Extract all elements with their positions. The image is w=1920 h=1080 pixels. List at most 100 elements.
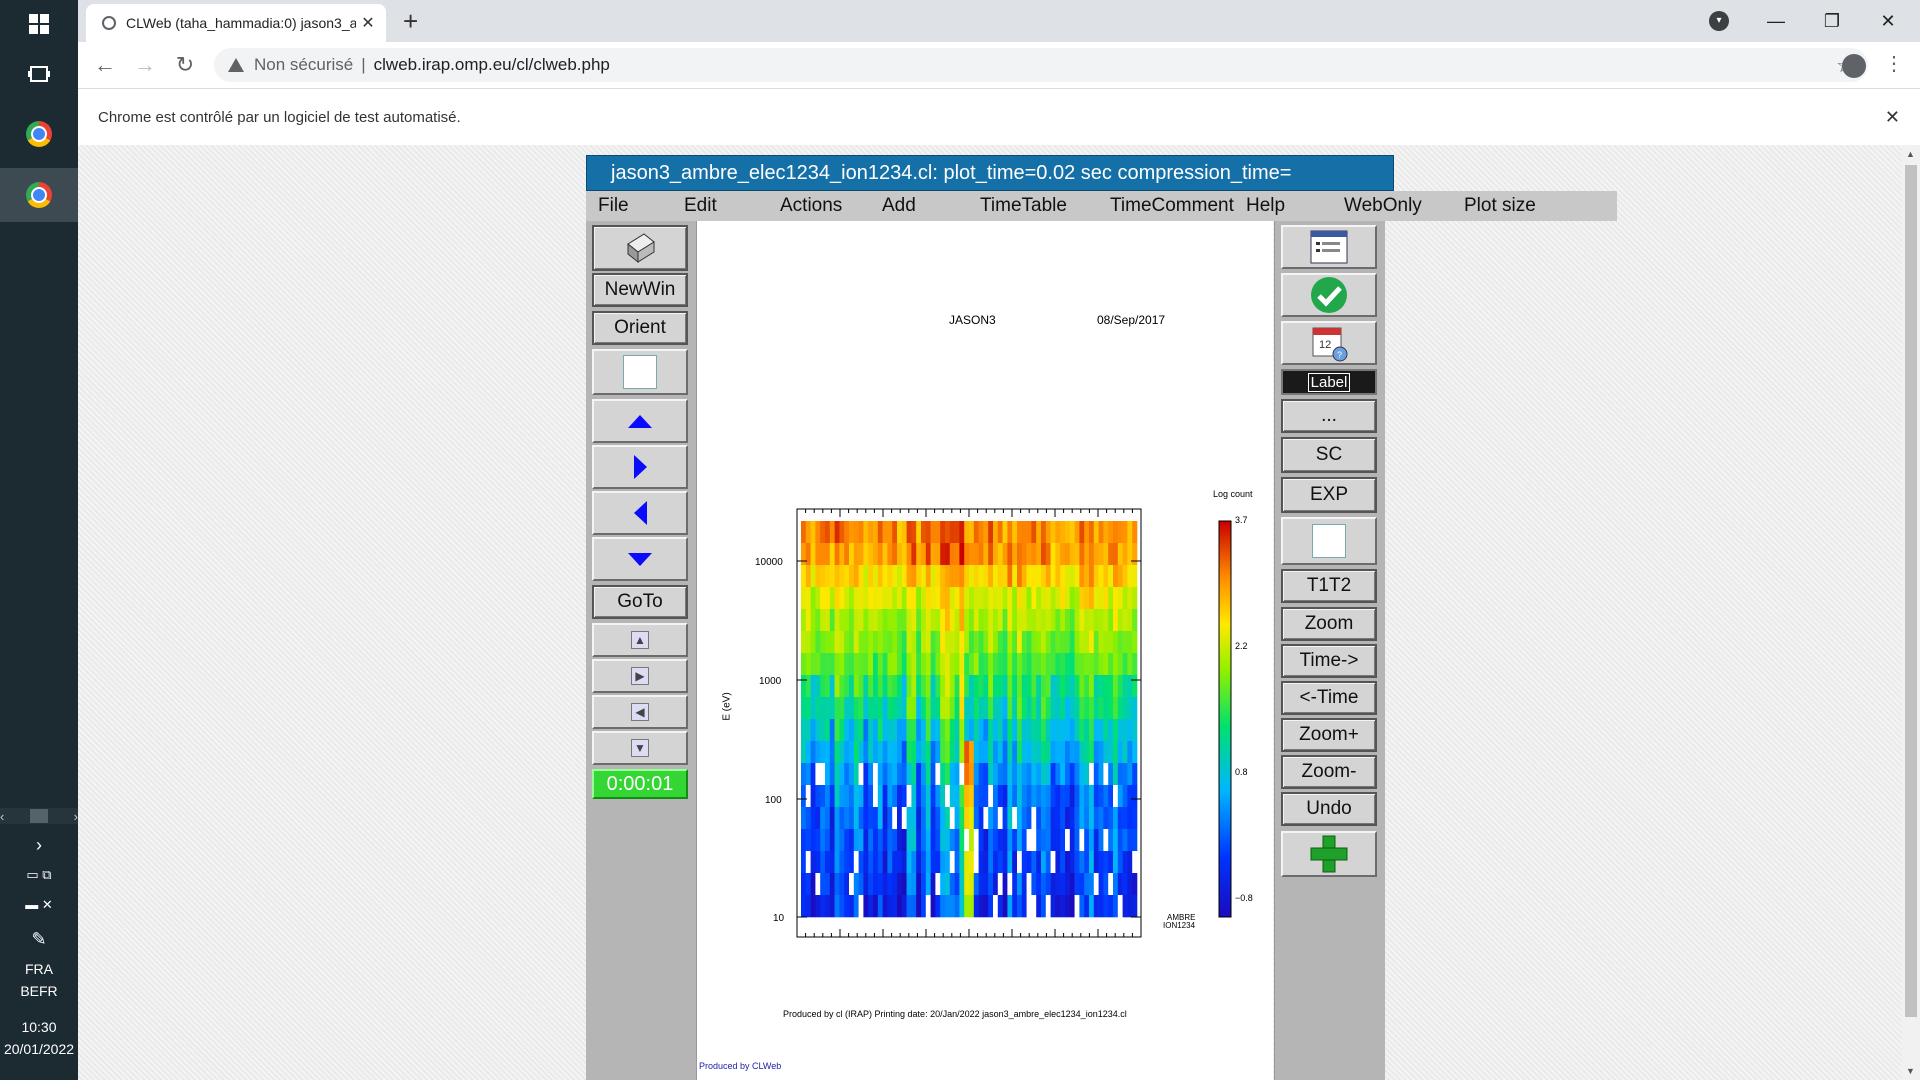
menu-kebab-icon[interactable]: ⋮	[1884, 52, 1904, 76]
calendar-button[interactable]: 12?	[1281, 321, 1377, 365]
spectrogram-cell	[868, 609, 874, 632]
close-window-button[interactable]: ✕	[1860, 0, 1916, 42]
scroll-thumb[interactable]	[30, 809, 48, 823]
new-panel-button[interactable]	[1281, 517, 1377, 565]
step-down-button[interactable]: ▼	[592, 731, 688, 765]
profile-avatar-icon[interactable]	[1842, 54, 1866, 78]
spectrogram-cell	[1098, 565, 1104, 588]
tab-search-icon[interactable]: ▾	[1709, 11, 1729, 31]
list-button[interactable]	[1281, 225, 1377, 269]
orient-button[interactable]: Orient	[592, 311, 688, 345]
exp-button[interactable]: EXP	[1281, 477, 1377, 513]
close-tab-icon[interactable]: ✕	[356, 13, 380, 33]
newwin-button[interactable]: NewWin	[592, 273, 688, 307]
pan-up-button[interactable]	[592, 399, 688, 443]
battery-volume-icon[interactable]: ▬ ✕	[0, 894, 78, 916]
input-language[interactable]: FRA	[0, 958, 78, 980]
step-up-button[interactable]: ▲	[592, 623, 688, 657]
menu-webonly[interactable]: WebOnly	[1344, 195, 1422, 217]
spectrogram-cell	[925, 873, 931, 896]
menu-actions[interactable]: Actions	[780, 195, 842, 217]
spectrogram-cell	[1122, 763, 1128, 786]
spectrogram-cell	[825, 807, 831, 830]
spectrogram-cell	[849, 829, 855, 852]
pan-left-button[interactable]	[592, 491, 688, 535]
url-text[interactable]: clweb.irap.omp.eu/cl/clweb.php	[374, 55, 610, 75]
produced-link[interactable]: Produced by CLWeb	[699, 1061, 781, 1071]
spectrogram-cell	[825, 719, 831, 742]
t1t2-button[interactable]: T1T2	[1281, 569, 1377, 603]
address-bar[interactable]: Non sécurisé | clweb.irap.omp.eu/cl/clwe…	[214, 48, 1868, 82]
spectrogram-cell	[945, 521, 951, 544]
restore-button[interactable]: ❐	[1804, 0, 1860, 42]
spectrogram-cell	[988, 741, 994, 764]
scroll-up-icon[interactable]: ▲	[1906, 149, 1915, 159]
new-page-button[interactable]	[592, 349, 688, 395]
menu-timecomment[interactable]: TimeComment	[1110, 195, 1234, 217]
page-scrollbar[interactable]: ▲ ▼	[1902, 145, 1920, 1080]
taskbar-scroller[interactable]: ‹ ›	[0, 808, 78, 824]
clock-date[interactable]: 20/01/2022	[0, 1038, 78, 1060]
menu-help[interactable]: Help	[1246, 195, 1285, 217]
menu-edit[interactable]: Edit	[684, 195, 717, 217]
pan-down-button[interactable]	[592, 537, 688, 581]
spectrogram-cell	[1002, 851, 1008, 874]
scroll-down-icon[interactable]: ▼	[1906, 1066, 1915, 1076]
step-right-button[interactable]: ▶	[592, 659, 688, 693]
spectrogram-cell	[945, 851, 951, 874]
more-button[interactable]: ...	[1281, 399, 1377, 433]
spectrogram-cell	[978, 895, 984, 918]
goto-button[interactable]: GoTo	[592, 585, 688, 619]
reload-button[interactable]: ↻	[170, 50, 200, 80]
clock-time[interactable]: 10:30	[0, 1016, 78, 1038]
add-panel-button[interactable]	[1281, 831, 1377, 877]
network-icon[interactable]: ▭ ⧉	[0, 864, 78, 886]
step-left-button[interactable]: ◀	[592, 695, 688, 729]
start-button[interactable]	[0, 0, 78, 48]
keyboard-layout[interactable]: BEFR	[0, 980, 78, 1002]
spectrogram-cell	[925, 851, 931, 874]
spectrogram-cell	[882, 829, 888, 852]
menu-add[interactable]: Add	[882, 195, 916, 217]
security-label[interactable]: Non sécurisé	[254, 55, 353, 75]
print-button[interactable]	[592, 225, 688, 271]
scroll-thumb[interactable]	[1905, 165, 1917, 1017]
pen-icon[interactable]: ✎	[0, 928, 78, 950]
new-tab-button[interactable]: +	[403, 8, 418, 34]
time-forward-button[interactable]: Time->	[1281, 644, 1377, 678]
warning-icon[interactable]	[228, 58, 244, 72]
spectrogram-cell	[858, 763, 864, 786]
show-hidden-icons-icon[interactable]: ›	[0, 834, 78, 856]
chevron-left-icon[interactable]: ‹	[0, 809, 4, 824]
spectrogram-cell	[1113, 521, 1119, 544]
validate-button[interactable]	[1281, 273, 1377, 317]
zoom-button[interactable]: Zoom	[1281, 607, 1377, 641]
menu-timetable[interactable]: TimeTable	[980, 195, 1067, 217]
spectrogram-cell	[810, 587, 816, 610]
back-button[interactable]: ←	[90, 50, 120, 80]
forward-button[interactable]: →	[130, 50, 160, 80]
spectrogram-cell	[959, 829, 965, 852]
menu-file[interactable]: File	[598, 195, 629, 217]
label-button[interactable]: Label	[1281, 369, 1377, 395]
taskbar-chrome-2[interactable]	[0, 168, 78, 222]
plot-area[interactable]: JASON3 08/Sep/2017 E (eV) 10000 1000 100…	[697, 221, 1273, 1080]
spectrogram-cell	[1122, 543, 1128, 566]
zoom-out-button[interactable]: Zoom-	[1281, 755, 1377, 789]
active-tab[interactable]: CLWeb (taha_hammadia:0) jason3_ambre_ele…	[86, 4, 386, 42]
sc-button[interactable]: SC	[1281, 437, 1377, 473]
pan-right-button[interactable]	[592, 445, 688, 489]
taskbar-chrome-1[interactable]	[0, 110, 78, 158]
spectrogram-cell	[1026, 697, 1032, 720]
close-infobar-icon[interactable]: ✕	[1885, 107, 1900, 128]
spectrogram-cell	[1002, 587, 1008, 610]
minimize-button[interactable]: —	[1748, 0, 1804, 42]
undo-button[interactable]: Undo	[1281, 792, 1377, 826]
zoom-in-button[interactable]: Zoom+	[1281, 718, 1377, 752]
spectrogram-cell	[801, 543, 807, 566]
spectrogram-cell	[1103, 873, 1109, 896]
time-back-button[interactable]: <-Time	[1281, 681, 1377, 715]
task-view-button[interactable]	[0, 50, 78, 98]
spectrogram-cell	[1021, 587, 1027, 610]
menu-plot-size[interactable]: Plot size	[1464, 195, 1536, 217]
